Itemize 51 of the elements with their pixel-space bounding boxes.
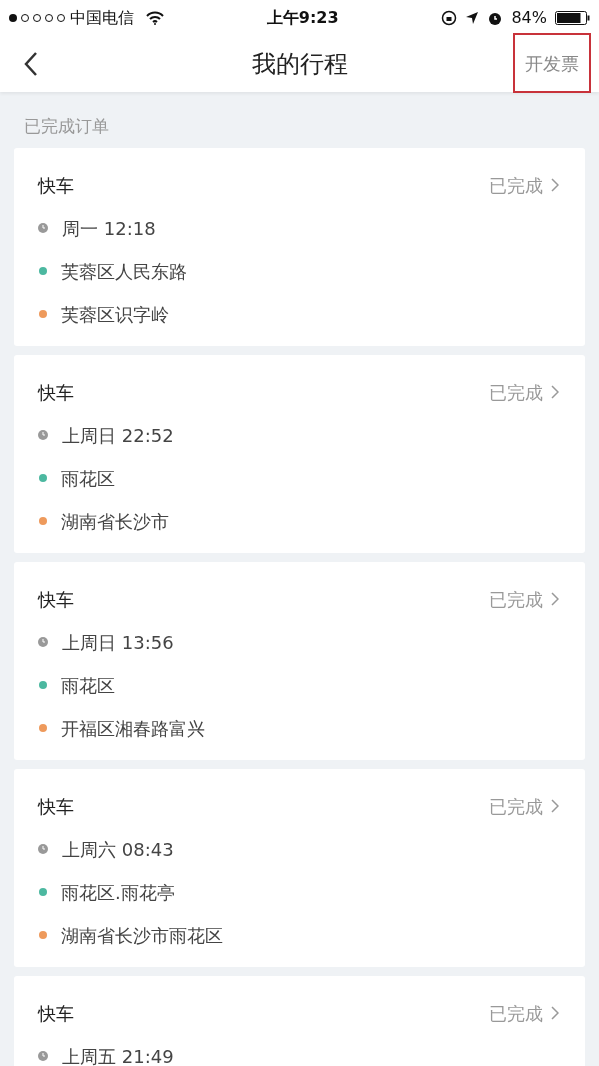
ride-type: 快车 — [38, 1001, 74, 1026]
chevron-icon — [551, 385, 559, 399]
back-button[interactable] — [22, 50, 40, 78]
trip-card[interactable]: 快车 已完成 上周六 08:43 雨花区.雨花亭 湖南省长沙市雨花区 — [14, 768, 585, 967]
wifi-icon — [146, 11, 164, 25]
battery-icon — [555, 10, 591, 26]
clock-icon — [38, 637, 48, 647]
trip-time: 周一 12:18 — [62, 216, 156, 241]
trip-address: 雨花区.雨花亭 — [61, 880, 175, 905]
clock-icon — [38, 844, 48, 854]
status-link[interactable]: 已完成 — [489, 585, 559, 613]
trip-card[interactable]: 快车 已完成 上周日 22:52 雨花区 湖南省长沙市 — [14, 354, 585, 553]
trip-address: 湖南省长沙市 — [61, 509, 169, 534]
battery-percent: 84% — [511, 7, 547, 29]
status-link[interactable]: 已完成 — [489, 378, 559, 406]
ride-type: 快车 — [38, 380, 74, 405]
carrier-name: 中国电信 — [70, 7, 134, 29]
rotation-lock-icon — [441, 10, 458, 26]
clock-icon — [38, 1051, 48, 1061]
page-title: 我的行程 — [251, 49, 348, 80]
alarm-icon — [487, 10, 504, 26]
invoice-button[interactable]: 开发票 — [513, 33, 591, 93]
trip-address: 开福区湘春路富兴 — [61, 716, 205, 741]
status-link[interactable]: 已完成 — [489, 999, 559, 1027]
trip-time: 上周六 08:43 — [62, 837, 174, 862]
status-link[interactable]: 已完成 — [489, 792, 559, 820]
trip-address: 湖南省长沙市雨花区 — [61, 923, 223, 948]
ride-type: 快车 — [38, 173, 74, 198]
trip-address: 雨花区 — [61, 466, 115, 491]
trip-time: 上周日 13:56 — [62, 630, 174, 655]
location-arrow-icon — [465, 11, 480, 25]
signal-icon — [8, 13, 66, 23]
trip-card[interactable]: 快车 已完成 上周日 13:56 雨花区 开福区湘春路富兴 — [14, 561, 585, 760]
trip-address: 芙蓉区人民东路 — [61, 259, 187, 284]
clock-icon — [38, 223, 48, 233]
trip-address: 雨花区 — [61, 673, 115, 698]
trip-card[interactable]: 快车 已完成 周一 12:18 芙蓉区人民东路 芙蓉区识字岭 — [14, 147, 585, 346]
clock-time: 上午9:23 — [266, 7, 339, 29]
chevron-icon — [551, 799, 559, 813]
trip-card[interactable]: 快车 已完成 上周五 21:49 — [14, 975, 585, 1066]
ride-type: 快车 — [38, 587, 74, 612]
trip-time: 上周日 22:52 — [62, 423, 174, 448]
chevron-icon — [551, 178, 559, 192]
chevron-icon — [551, 592, 559, 606]
trip-address: 芙蓉区识字岭 — [61, 302, 169, 327]
chevron-icon — [551, 1006, 559, 1020]
section-heading: 已完成订单 — [23, 115, 110, 138]
trip-time: 上周五 21:49 — [62, 1044, 174, 1066]
clock-icon — [38, 430, 48, 440]
status-link[interactable]: 已完成 — [489, 171, 559, 199]
ride-type: 快车 — [38, 794, 74, 819]
